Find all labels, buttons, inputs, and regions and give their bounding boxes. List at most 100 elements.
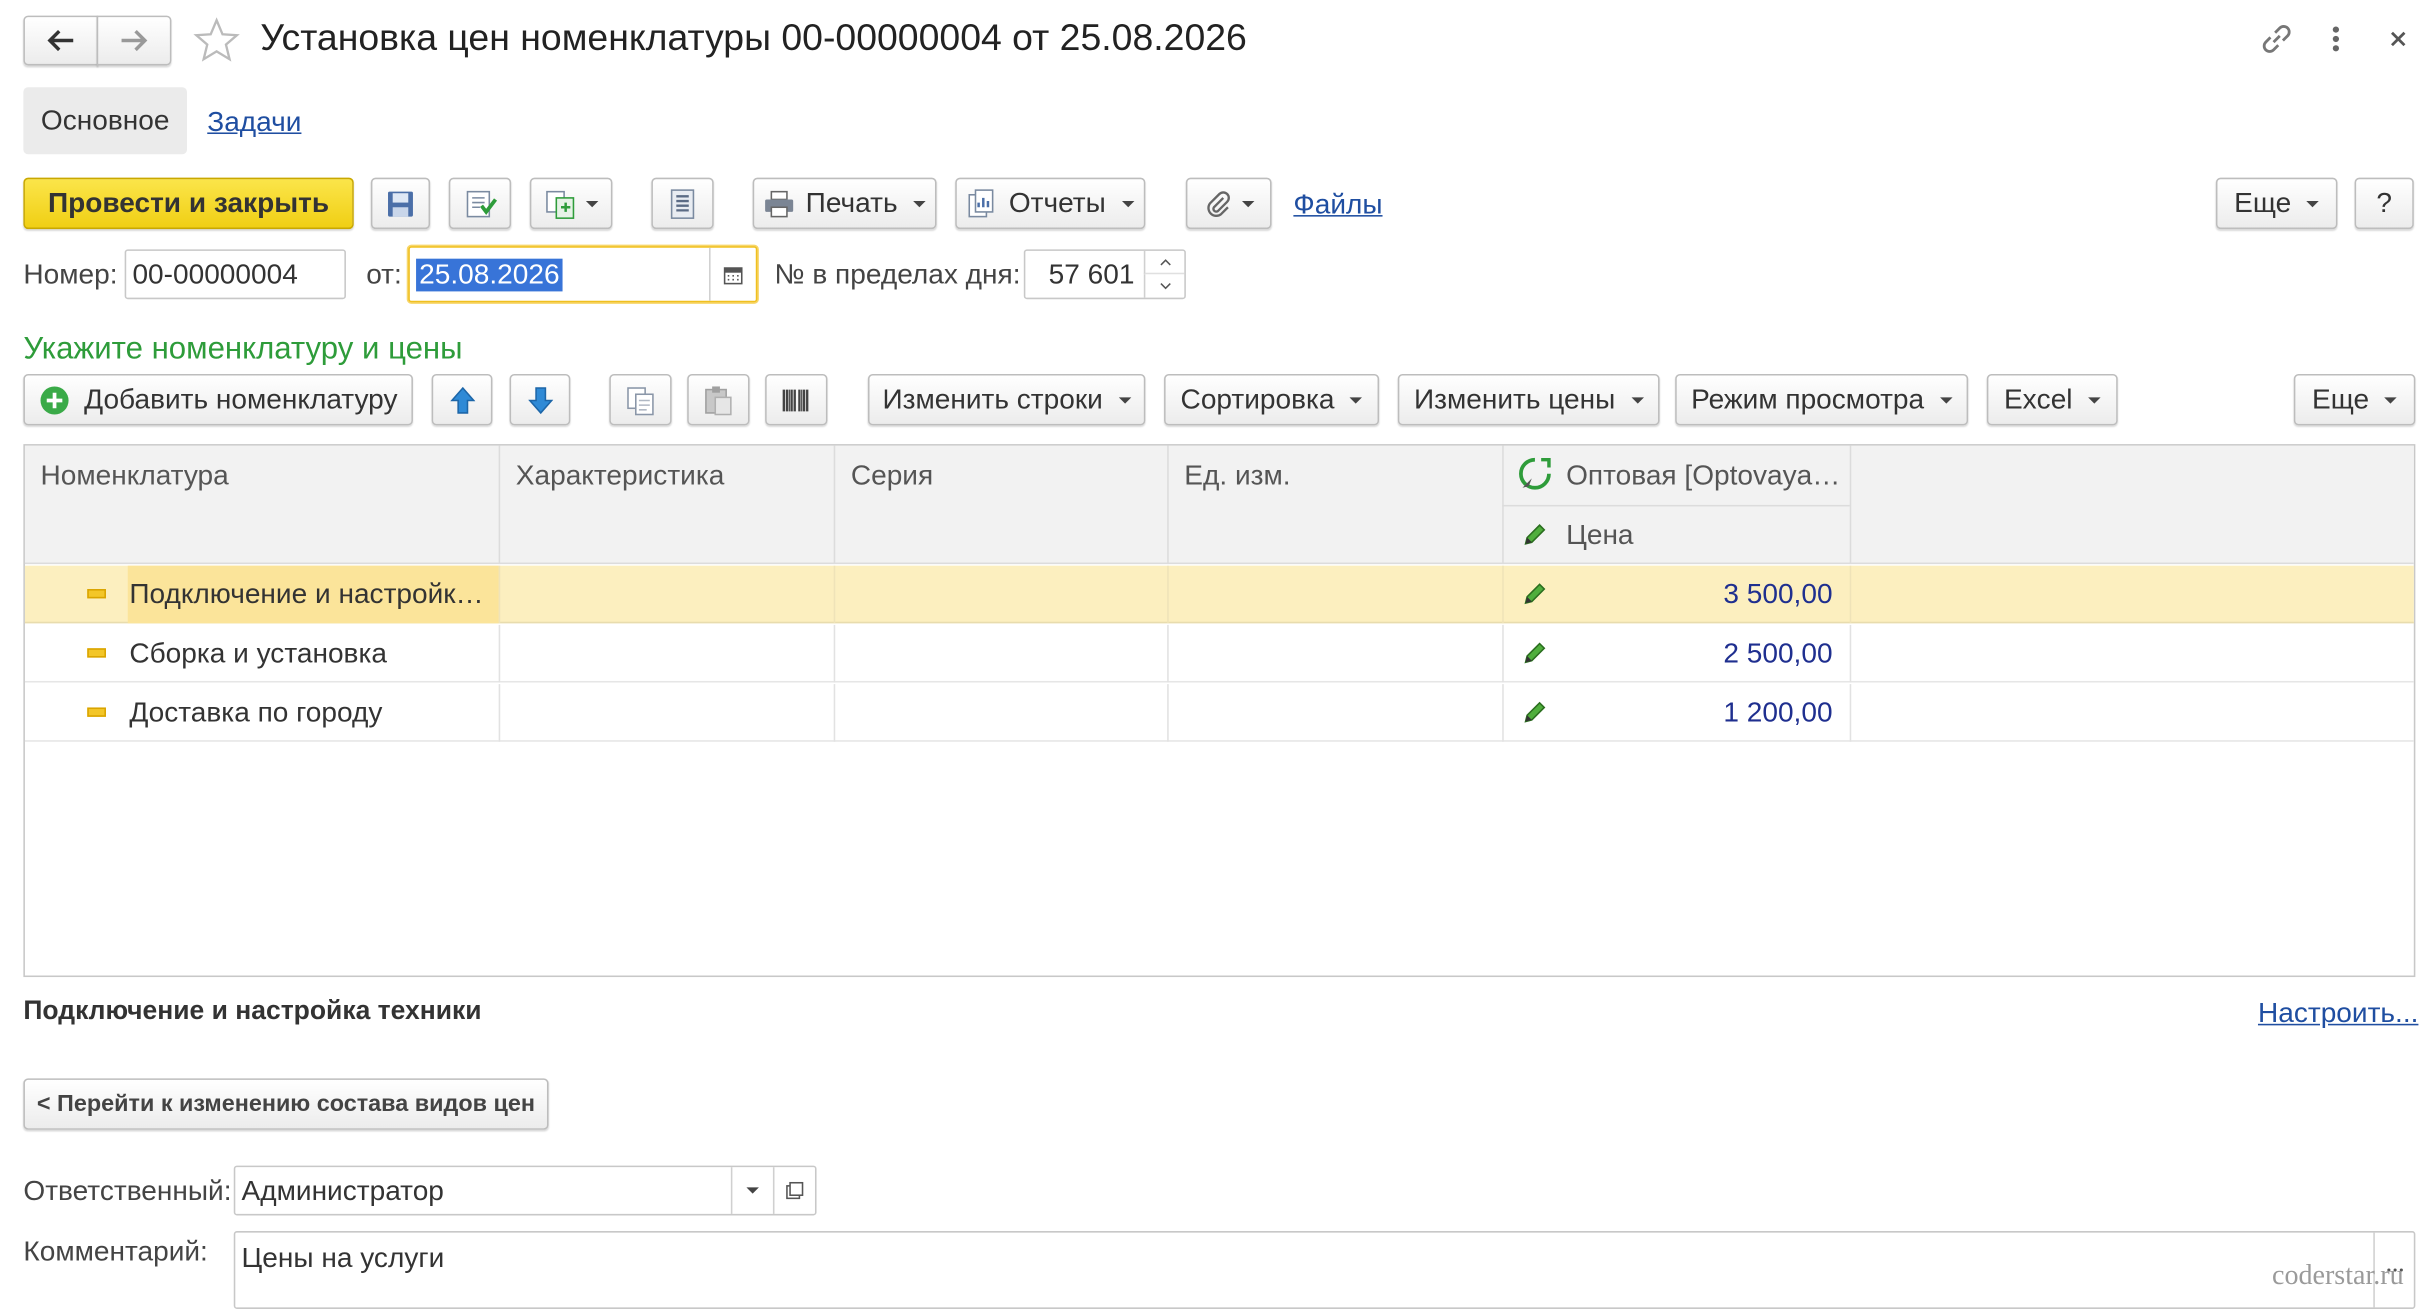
pencil-icon bbox=[1521, 580, 1549, 608]
change-rows-label: Изменить строки bbox=[882, 383, 1103, 415]
reports-button[interactable]: Отчеты bbox=[955, 177, 1146, 230]
more-vertical-icon[interactable] bbox=[2327, 22, 2346, 56]
date-label: от: bbox=[366, 258, 402, 290]
forward-button[interactable] bbox=[96, 15, 172, 66]
post-button[interactable] bbox=[448, 177, 512, 230]
date-field[interactable]: 25.08.2026 bbox=[408, 246, 758, 303]
col-header-nomenclature[interactable]: Номенклатура bbox=[41, 460, 229, 493]
table-row[interactable]: Подключение и настройк… 3 500,00 bbox=[24, 565, 2414, 624]
table-row[interactable]: Сборка и установка 2 500,00 bbox=[24, 624, 2414, 683]
row-name: Доставка по городу bbox=[129, 696, 383, 728]
view-mode-label: Режим просмотра bbox=[1691, 383, 1925, 415]
row-name: Подключение и настройк… bbox=[129, 578, 484, 610]
change-prices-button[interactable]: Изменить цены bbox=[1397, 373, 1660, 426]
attachments-button[interactable] bbox=[1185, 177, 1272, 230]
floppy-disk-icon bbox=[388, 190, 413, 216]
day-number-value: 57 601 bbox=[1048, 257, 1135, 290]
more-button[interactable]: Еще bbox=[2215, 177, 2338, 230]
comment-value: Цены на услуги bbox=[241, 1241, 445, 1274]
chevron-down-icon bbox=[1118, 396, 1131, 403]
chevron-down-icon bbox=[585, 200, 599, 207]
post-and-close-label: Провести и закрыть bbox=[47, 186, 330, 219]
move-down-button[interactable] bbox=[509, 373, 571, 426]
barcode-icon bbox=[782, 388, 809, 411]
spin-down-button[interactable] bbox=[1143, 274, 1185, 298]
change-rows-button[interactable]: Изменить строки bbox=[867, 373, 1146, 426]
tab-main[interactable]: Основное bbox=[23, 87, 187, 155]
prices-table[interactable]: Номенклатура Характеристика Серия Ед. из… bbox=[23, 444, 2416, 978]
chevron-down-icon bbox=[1159, 283, 1171, 290]
paste-button[interactable] bbox=[687, 373, 750, 426]
chevron-down-icon bbox=[1939, 396, 1953, 403]
number-field[interactable]: 00-00000004 bbox=[124, 249, 346, 300]
barcode-button[interactable] bbox=[765, 373, 828, 426]
help-label: ? bbox=[2376, 186, 2392, 219]
number-value: 00-00000004 bbox=[132, 257, 298, 290]
save-button[interactable] bbox=[370, 177, 431, 230]
day-number-label: № в пределах дня: bbox=[774, 258, 1021, 290]
list-document-icon bbox=[670, 188, 695, 219]
arrow-right-icon bbox=[121, 29, 148, 52]
reports-icon bbox=[969, 188, 995, 217]
watermark: coderstar.ru bbox=[2272, 1259, 2404, 1291]
responsible-field[interactable]: Администратор bbox=[233, 1165, 817, 1216]
spin-up-button[interactable] bbox=[1143, 250, 1185, 275]
responsible-open-button[interactable] bbox=[772, 1167, 815, 1214]
col-header-price-type[interactable]: Оптовая [Optovaya… bbox=[1566, 460, 1840, 493]
section-title: Укажите номенклатуру и цены bbox=[23, 331, 463, 367]
sort-button[interactable]: Сортировка bbox=[1164, 373, 1380, 426]
print-label: Печать bbox=[805, 186, 898, 219]
row-price[interactable]: 2 500,00 bbox=[1583, 637, 1832, 670]
close-icon[interactable] bbox=[2384, 25, 2412, 53]
add-item-button[interactable]: Добавить номенклатуру bbox=[23, 373, 413, 426]
col-header-unit[interactable]: Ед. изм. bbox=[1184, 460, 1290, 493]
move-up-button[interactable] bbox=[431, 373, 493, 426]
selected-item-title: Подключение и настройка техники bbox=[23, 995, 482, 1026]
row-price[interactable]: 1 200,00 bbox=[1583, 697, 1832, 730]
excel-button[interactable]: Excel bbox=[1986, 373, 2118, 426]
pencil-icon bbox=[1521, 698, 1549, 726]
post-and-close-button[interactable]: Провести и закрыть bbox=[23, 177, 354, 230]
files-link[interactable]: Файлы bbox=[1293, 189, 1382, 222]
view-mode-button[interactable]: Режим просмотра bbox=[1675, 373, 1969, 426]
help-button[interactable]: ? bbox=[2354, 177, 2414, 230]
row-price[interactable]: 3 500,00 bbox=[1583, 578, 1832, 611]
responsible-dropdown-button[interactable] bbox=[730, 1167, 773, 1214]
printer-icon bbox=[765, 190, 794, 217]
date-value: 25.08.2026 bbox=[416, 257, 563, 291]
go-to-price-types-label: < Перейти к изменению состава видов цен bbox=[36, 1090, 535, 1118]
configure-link[interactable]: Настроить... bbox=[2258, 997, 2418, 1030]
chevron-down-icon bbox=[1121, 200, 1134, 207]
tab-tasks[interactable]: Задачи bbox=[207, 106, 301, 139]
link-icon[interactable] bbox=[2260, 22, 2294, 56]
table-more-button[interactable]: Еще bbox=[2293, 373, 2416, 426]
responsible-label: Ответственный: bbox=[23, 1174, 232, 1207]
document-structure-button[interactable] bbox=[651, 177, 714, 230]
chevron-down-icon bbox=[913, 200, 926, 207]
calendar-button[interactable] bbox=[709, 247, 756, 301]
arrow-up-icon bbox=[449, 386, 475, 413]
more-label: Еще bbox=[2234, 186, 2292, 219]
day-number-field[interactable]: 57 601 bbox=[1023, 249, 1186, 300]
back-button[interactable] bbox=[23, 15, 99, 66]
service-marker-icon bbox=[87, 707, 106, 717]
chevron-down-icon bbox=[2306, 200, 2320, 207]
responsible-value: Администратор bbox=[241, 1174, 444, 1206]
comment-field[interactable]: Цены на услуги bbox=[233, 1231, 2416, 1309]
col-header-price[interactable]: Цена bbox=[1566, 519, 1633, 552]
comment-label: Комментарий: bbox=[23, 1235, 208, 1267]
table-row[interactable]: Доставка по городу 1 200,00 bbox=[24, 684, 2414, 742]
arrow-left-icon bbox=[47, 29, 74, 52]
post-document-icon bbox=[466, 190, 498, 217]
go-to-price-types-button[interactable]: < Перейти к изменению состава видов цен bbox=[23, 1078, 549, 1130]
service-marker-icon bbox=[87, 589, 106, 599]
table-more-label: Еще bbox=[2312, 383, 2370, 415]
favorite-star-icon[interactable] bbox=[192, 16, 242, 66]
pencil-icon bbox=[1521, 520, 1549, 548]
paperclip-icon bbox=[1206, 190, 1230, 217]
col-header-characteristic[interactable]: Характеристика bbox=[516, 460, 725, 493]
col-header-series[interactable]: Серия bbox=[851, 460, 933, 493]
copy-button[interactable] bbox=[609, 373, 672, 426]
print-button[interactable]: Печать bbox=[752, 177, 937, 230]
create-based-on-button[interactable] bbox=[529, 177, 613, 230]
